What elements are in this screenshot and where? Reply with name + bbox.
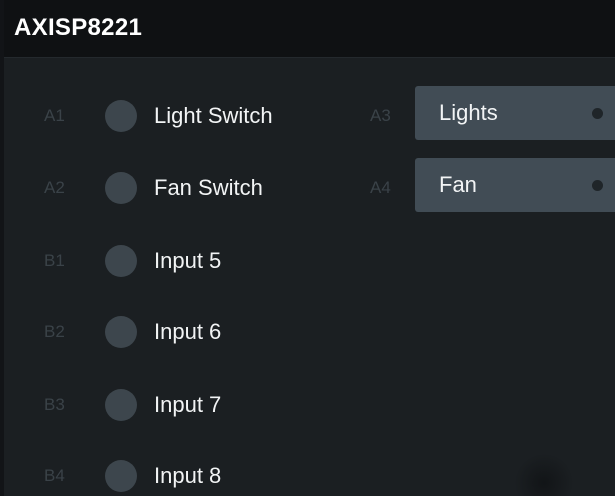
input-label: Fan Switch <box>154 175 263 200</box>
lights-output-button[interactable]: Lights <box>415 86 615 140</box>
port-label: A3 <box>370 106 391 125</box>
input-label: Input 5 <box>154 248 222 273</box>
port-label: A1 <box>44 106 65 125</box>
io-panel: A1 Light Switch A2 Fan Switch B1 Input 5… <box>4 58 615 496</box>
port-label: A4 <box>370 178 391 197</box>
input-label: Light Switch <box>154 103 273 128</box>
button-label: Lights <box>439 100 498 125</box>
input-label: Input 7 <box>154 392 222 417</box>
device-window: AXISP8221 A1 Light Switch A2 Fan Switch … <box>0 0 615 496</box>
input-label: Input 8 <box>154 463 222 488</box>
fan-output-button[interactable]: Fan <box>415 158 615 212</box>
input-row-b3: B3 Input 7 <box>4 385 364 425</box>
input-row-b4: B4 Input 8 <box>4 456 364 496</box>
input-status-led <box>105 245 137 277</box>
background-shade <box>514 453 574 496</box>
input-row-b2: B2 Input 6 <box>4 312 364 352</box>
port-label: B3 <box>44 395 65 414</box>
input-status-led <box>105 172 137 204</box>
device-title: AXISP8221 <box>14 14 143 41</box>
title-bar: AXISP8221 <box>4 0 615 58</box>
input-status-led <box>105 100 137 132</box>
status-dot-icon <box>592 180 603 191</box>
input-row-b1: B1 Input 5 <box>4 241 364 281</box>
status-dot-icon <box>592 108 603 119</box>
port-label: B1 <box>44 251 65 270</box>
input-status-led <box>105 389 137 421</box>
input-status-led <box>105 316 137 348</box>
button-label: Fan <box>439 172 477 197</box>
port-label: A2 <box>44 178 65 197</box>
port-label: B4 <box>44 466 65 485</box>
input-status-led <box>105 460 137 492</box>
port-label: B2 <box>44 322 65 341</box>
input-label: Input 6 <box>154 319 222 344</box>
